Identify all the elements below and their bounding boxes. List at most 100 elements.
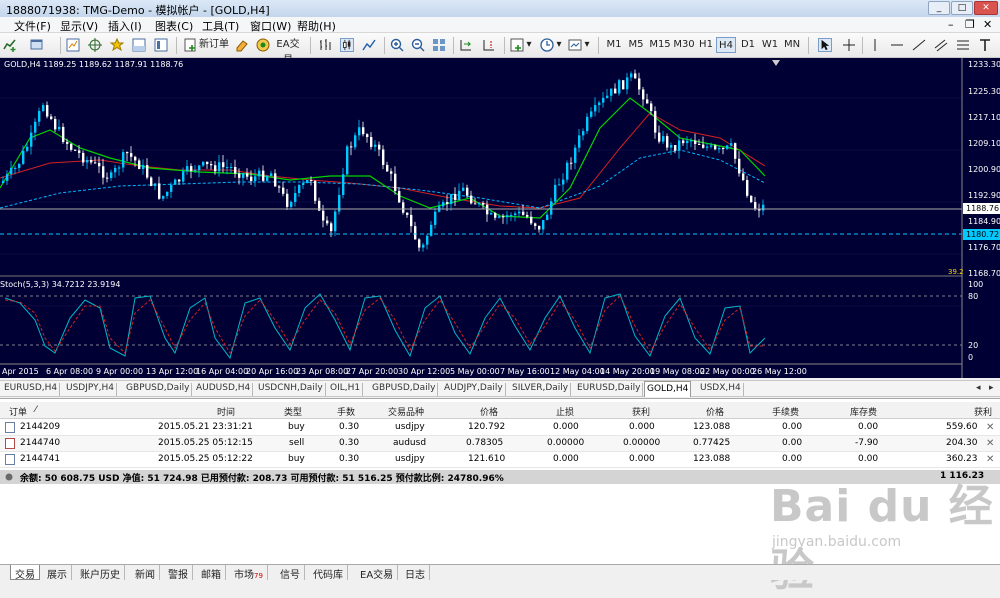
order-row[interactable]: 2144741 2015.05.25 05:12:22 buy 0.30 usd… [0, 452, 1000, 468]
price-chart[interactable]: GOLD,H4 1189.25 1189.62 1187.91 1188.76 … [0, 58, 1000, 378]
menu-window[interactable]: 窗口(W) [250, 18, 291, 34]
candlestick-icon[interactable] [340, 38, 354, 52]
timeframe-h1[interactable]: H1 [696, 37, 716, 53]
chart-tab[interactable]: OIL,H1 [328, 383, 364, 396]
col-price[interactable]: 价格 [480, 405, 498, 418]
new-chart-icon[interactable] [3, 38, 17, 52]
minimize-button[interactable]: _ [928, 1, 950, 15]
col-time[interactable]: 时间 [217, 405, 235, 418]
ea-trading-icon[interactable] [256, 38, 270, 52]
periods-icon[interactable] [540, 38, 554, 52]
timeframe-m30[interactable]: M30 [672, 37, 696, 53]
tab-account-history[interactable]: 账户历史 [76, 565, 125, 581]
channel-icon[interactable] [934, 38, 948, 52]
tab-alerts[interactable]: 警报 [164, 565, 193, 581]
ea-trading-button[interactable]: EA交易 [272, 37, 304, 66]
col-sl[interactable]: 止损 [556, 405, 574, 418]
indicators-dropdown-icon[interactable]: ▾ [525, 37, 533, 53]
templates-dropdown-icon[interactable]: ▾ [583, 37, 591, 53]
col-swap[interactable]: 库存费 [850, 405, 877, 418]
chart-tab[interactable]: AUDUSD,H4 [194, 383, 254, 396]
tab-scroll-left-icon[interactable]: ◂ [974, 383, 983, 396]
line-chart-icon[interactable] [362, 38, 376, 52]
timeframe-m5[interactable]: M5 [626, 37, 646, 53]
zoom-in-icon[interactable] [390, 38, 404, 52]
vertical-line-icon[interactable] [868, 38, 882, 52]
chart-tab-active[interactable]: GOLD,H4 [644, 381, 692, 397]
tab-mailbox[interactable]: 邮箱 [197, 565, 226, 581]
menu-view[interactable]: 显示(V) [60, 18, 98, 34]
tab-exposure[interactable]: 展示 [43, 565, 72, 581]
tab-signals[interactable]: 信号 [276, 565, 305, 581]
tab-code-base[interactable]: 代码库 [309, 565, 348, 581]
chart-canvas[interactable]: GOLD,H4 1189.25 1189.62 1187.91 1188.76 … [0, 58, 1000, 378]
chart-tab[interactable]: AUDJPY,Daily [442, 383, 506, 396]
crosshair-navigator-icon[interactable] [88, 38, 102, 52]
periods-dropdown-icon[interactable]: ▾ [555, 37, 563, 53]
col-order[interactable]: 订单 [9, 405, 27, 418]
tab-news[interactable]: 新闻 [131, 565, 160, 581]
col-tp[interactable]: 获利 [632, 405, 650, 418]
chart-tab[interactable]: EURUSD,H4 [2, 383, 61, 396]
col-symbol[interactable]: 交易品种 [388, 405, 424, 418]
chart-shift-icon[interactable] [482, 38, 496, 52]
col-type[interactable]: 类型 [284, 405, 302, 418]
col-commission[interactable]: 手续费 [772, 405, 799, 418]
tab-scroll-right-icon[interactable]: ▸ [987, 383, 996, 396]
chart-tab[interactable]: USDX,H4 [698, 383, 744, 396]
trendline-icon[interactable] [912, 38, 926, 52]
tile-windows-icon[interactable] [432, 38, 446, 52]
chart-tab[interactable]: GBPUSD,Daily [370, 383, 439, 396]
timeframe-d1[interactable]: D1 [738, 37, 758, 53]
tab-market[interactable]: 市场79 [230, 565, 268, 581]
new-order-icon[interactable] [183, 38, 197, 52]
crosshair-icon[interactable] [842, 38, 856, 52]
zoom-out-icon[interactable] [411, 38, 425, 52]
cursor-icon[interactable] [818, 38, 832, 52]
terminal-window-icon[interactable] [132, 38, 146, 52]
market-watch-icon[interactable] [66, 38, 80, 52]
mdi-restore-icon[interactable]: ❐ [965, 18, 975, 31]
menu-help[interactable]: 帮助(H) [297, 18, 336, 34]
fibonacci-icon[interactable] [956, 38, 970, 52]
auto-scroll-icon[interactable] [459, 38, 473, 52]
tester-icon[interactable] [154, 38, 168, 52]
menu-chart[interactable]: 图表(C) [155, 18, 193, 34]
horizontal-line-icon[interactable] [890, 38, 904, 52]
tab-experts[interactable]: EA交易 [356, 565, 399, 581]
chart-tab[interactable]: GBPUSD,Daily [124, 383, 193, 396]
indicators-icon[interactable] [510, 38, 524, 52]
chart-tab[interactable]: USDJPY,H4 [64, 383, 117, 396]
chart-tab[interactable]: EURUSD,Daily [575, 383, 644, 396]
col-profit[interactable]: 获利 [974, 405, 992, 418]
favorites-icon[interactable] [110, 38, 124, 52]
menu-file[interactable]: 文件(F) [14, 18, 51, 34]
close-order-icon[interactable]: ✕ [986, 438, 994, 449]
chart-shift-marker-icon[interactable] [772, 60, 780, 66]
menu-insert[interactable]: 插入(I) [108, 18, 142, 34]
close-order-icon[interactable]: ✕ [986, 454, 994, 465]
menu-tools[interactable]: 工具(T) [202, 18, 239, 34]
sort-icon[interactable]: ⁄ [35, 405, 37, 415]
bar-chart-icon[interactable] [318, 38, 332, 52]
mdi-close-icon[interactable]: ✕ [983, 18, 992, 31]
timeframe-w1[interactable]: W1 [760, 37, 780, 53]
new-order-button[interactable]: 新订单 [199, 37, 229, 53]
chart-tab[interactable]: SILVER,Daily [510, 383, 572, 396]
metaeditor-icon[interactable] [235, 38, 249, 52]
close-order-icon[interactable]: ✕ [986, 422, 994, 433]
timeframe-mn[interactable]: MN [782, 37, 802, 53]
close-button[interactable]: ✕ [974, 1, 998, 15]
tab-trade[interactable]: 交易 [10, 565, 40, 581]
maximize-button[interactable]: □ [951, 1, 973, 15]
chart-tab[interactable]: USDCNH,Daily [256, 383, 326, 396]
profiles-icon[interactable] [30, 38, 44, 52]
text-tool-icon[interactable] [978, 38, 992, 52]
mdi-minimize-icon[interactable]: – [948, 18, 954, 31]
timeframe-m15[interactable]: M15 [648, 37, 672, 53]
col-lots[interactable]: 手数 [337, 405, 355, 418]
timeframe-h4[interactable]: H4 [716, 37, 736, 53]
timeframe-m1[interactable]: M1 [604, 37, 624, 53]
templates-icon[interactable] [568, 38, 582, 52]
tab-journal[interactable]: 日志 [401, 565, 430, 581]
